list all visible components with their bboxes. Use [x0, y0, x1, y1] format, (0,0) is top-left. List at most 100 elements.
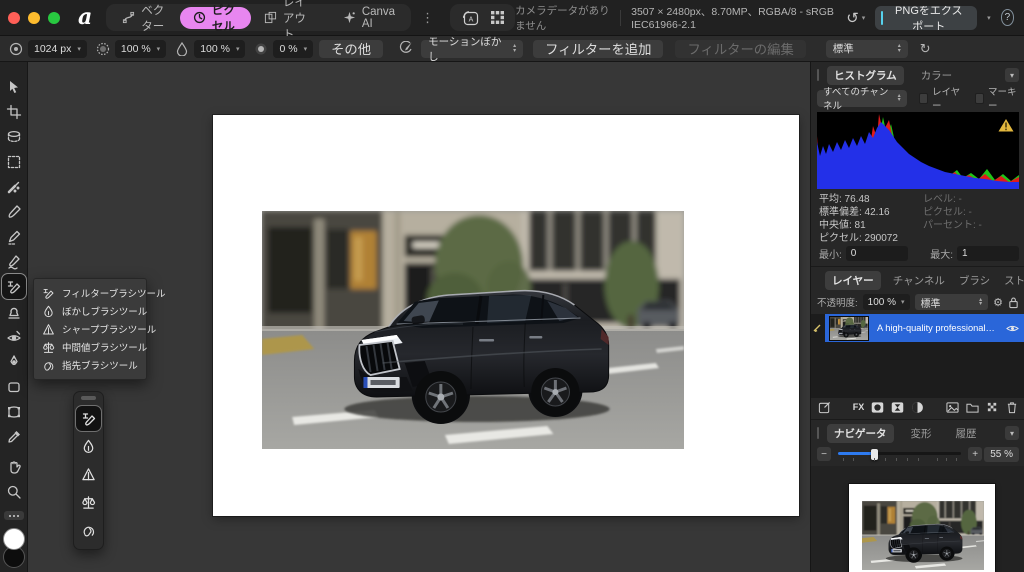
brush-hardness-input[interactable]: 0 % ▾ — [273, 40, 313, 58]
panel-collapse-chevron-icon[interactable]: ▾ — [1005, 426, 1019, 440]
clone-stamp-tool[interactable] — [2, 299, 26, 324]
select-arrows-icon: ▴▾ — [513, 44, 516, 53]
assistant-icon[interactable]: A — [460, 9, 480, 27]
more-tools-button[interactable] — [4, 511, 24, 520]
lock-icon[interactable] — [1008, 296, 1019, 309]
add-filter-button[interactable]: フィルターを追加 — [533, 40, 663, 58]
tab-pixel-persona[interactable]: ピクセル — [180, 7, 251, 29]
smudge-brush-tool-button[interactable] — [76, 518, 101, 543]
close-window-icon[interactable] — [8, 12, 20, 24]
export-options-chevron-icon[interactable]: ▾ — [987, 14, 991, 22]
mixer-brush-tool[interactable] — [2, 174, 26, 199]
pixel-layer-grid-icon[interactable] — [986, 401, 999, 414]
navigator-page-thumbnail[interactable] — [849, 484, 995, 572]
car-photo[interactable] — [262, 211, 684, 449]
zoom-in-button[interactable]: + — [968, 447, 982, 461]
color-picker-tool[interactable] — [2, 424, 26, 449]
tab-vector-persona[interactable]: ベクター — [109, 7, 180, 29]
edit-layer-icon[interactable] — [818, 401, 831, 414]
snapping-grid-icon[interactable] — [490, 10, 505, 25]
panel-grip[interactable] — [817, 427, 819, 439]
menu-item-smudge-brush[interactable]: 指先ブラシツール — [34, 356, 146, 374]
panel-collapse-chevron-icon[interactable]: ▾ — [1005, 68, 1019, 82]
export-png-button[interactable]: PNGをエクスポート — [875, 6, 977, 30]
drag-handle[interactable] — [81, 396, 96, 400]
tab-layers[interactable]: レイヤー — [825, 271, 881, 290]
adjustment-layer-icon[interactable] — [891, 401, 904, 414]
opacity-input[interactable]: 100 % ▾ — [863, 294, 910, 310]
mesh-warp-tool[interactable] — [2, 399, 26, 424]
delete-trash-icon[interactable] — [1006, 401, 1018, 414]
brush-opacity-input[interactable]: 100 % ▾ — [115, 40, 166, 58]
export-accent-bar — [881, 11, 883, 25]
min-input[interactable]: 0 — [846, 246, 908, 261]
filter-type-select[interactable]: モーションぼかし ▴▾ — [421, 40, 523, 58]
zoom-value[interactable]: 55 % — [984, 447, 1019, 462]
help-button[interactable]: ? — [1001, 9, 1014, 26]
live-filter-icon[interactable] — [911, 401, 924, 414]
channel-select[interactable]: すべてのチャンネル ▴▾ — [817, 90, 907, 107]
tab-layout-persona[interactable]: レイアウト — [251, 7, 330, 29]
filter-brush-tool-button[interactable] — [76, 406, 101, 431]
layer-effects-fx-icon[interactable]: FX — [853, 402, 865, 412]
menu-item-sharpen-brush[interactable]: シャープブラシツール — [34, 320, 146, 338]
brush-editor-icon[interactable] — [397, 41, 413, 56]
pixel-pencil-tool[interactable] — [2, 224, 26, 249]
navigator-preview[interactable] — [811, 466, 1024, 572]
rectangle-tool[interactable] — [2, 374, 26, 399]
layer-checkbox[interactable] — [919, 93, 928, 104]
zoom-out-button[interactable]: − — [817, 447, 831, 461]
sharpen-brush-tool-button[interactable] — [76, 462, 101, 487]
more-button[interactable]: その他 — [319, 40, 383, 58]
tab-navigator[interactable]: ナビゲータ — [827, 424, 894, 443]
marquee-tool[interactable] — [2, 149, 26, 174]
tab-canva-ai[interactable]: Canva AI — [330, 7, 408, 29]
layer-row-selected[interactable]: A high-quality professional stock phot… — [825, 314, 1024, 342]
layer-visibility-eye-icon[interactable] — [1006, 324, 1019, 333]
view-hand-tool[interactable] — [2, 454, 26, 479]
group-folder-icon[interactable] — [966, 401, 979, 414]
max-input[interactable]: 1 — [957, 246, 1019, 261]
crop-tool[interactable] — [2, 99, 26, 124]
pen-tool[interactable] — [2, 349, 26, 374]
foreground-color-swatch[interactable] — [3, 528, 25, 550]
brush-width-input[interactable]: 1024 px ▾ — [28, 40, 87, 58]
menu-item-filter-brush[interactable]: フィルターブラシツール — [34, 284, 146, 302]
red-eye-tool[interactable] — [2, 324, 26, 349]
tab-history[interactable]: 履歴 — [949, 424, 984, 443]
move-tool[interactable] — [2, 74, 26, 99]
layer-checkbox-label: レイヤー — [932, 84, 963, 112]
undo-history-control[interactable]: ↺ ▾ — [846, 9, 865, 27]
divider — [620, 10, 621, 26]
menu-item-median-brush[interactable]: 中間値ブラシツール — [34, 338, 146, 356]
camera-status: カメラデータがありません — [515, 3, 610, 33]
tab-color[interactable]: カラー — [914, 66, 960, 85]
tab-transform[interactable]: 変形 — [904, 424, 939, 443]
median-brush-tool-button[interactable] — [76, 490, 101, 515]
brush-flow-input[interactable]: 100 % ▾ — [194, 40, 245, 58]
color-replacement-brush-tool[interactable] — [2, 249, 26, 274]
tab-stock[interactable]: ストック — [1002, 271, 1024, 290]
filter-brush-tool[interactable] — [2, 274, 26, 299]
panel-grip[interactable] — [817, 69, 819, 81]
menu-item-blur-brush[interactable]: ぼかしブラシツール — [34, 302, 146, 320]
reset-icon[interactable]: ↻ — [920, 41, 931, 57]
mask-layer-icon[interactable] — [871, 401, 884, 414]
blur-brush-tool-button[interactable] — [76, 434, 101, 459]
blend-mode-select[interactable]: 標準 ▴▾ — [826, 40, 908, 58]
marquee-checkbox[interactable] — [975, 93, 984, 104]
tab-histogram[interactable]: ヒストグラム — [827, 66, 904, 85]
persona-overflow-menu-icon[interactable]: ⋮ — [411, 10, 444, 26]
tab-channels[interactable]: チャンネル — [891, 271, 947, 290]
tab-brushes[interactable]: ブラシ — [957, 271, 992, 290]
paint-brush-tool[interactable] — [2, 199, 26, 224]
artboard[interactable] — [213, 115, 799, 516]
gear-icon[interactable]: ⚙ — [993, 296, 1003, 309]
zoom-tool[interactable] — [2, 479, 26, 504]
minimize-window-icon[interactable] — [28, 12, 40, 24]
layer-blend-mode-select[interactable]: 標準 ▴▾ — [915, 294, 989, 310]
place-image-icon[interactable] — [946, 401, 959, 414]
zoom-window-icon[interactable] — [48, 12, 60, 24]
selection-brush-tool[interactable] — [2, 124, 26, 149]
zoom-slider[interactable] — [838, 447, 961, 461]
